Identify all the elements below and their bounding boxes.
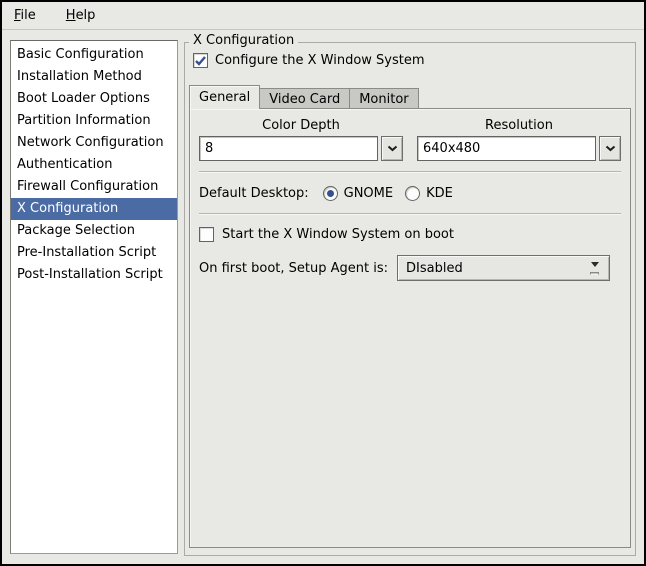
sidebar-item-post-installation-script[interactable]: Post-Installation Script xyxy=(11,264,177,286)
kickstart-configurator-window: File Help Basic Configuration Installati… xyxy=(0,0,646,566)
x-configuration-frame: X Configuration Configure the X Window S… xyxy=(184,42,636,556)
checkbox-unchecked-icon xyxy=(199,227,214,242)
radio-kde[interactable]: KDE xyxy=(405,186,453,201)
menubar: File Help xyxy=(2,2,644,30)
color-depth-label: Color Depth xyxy=(199,118,403,133)
color-depth-combo: 8 xyxy=(199,136,403,161)
start-x-on-boot-label: Start the X Window System on boot xyxy=(222,227,454,242)
setup-agent-label: On first boot, Setup Agent is: xyxy=(199,261,388,276)
setup-agent-row: On first boot, Setup Agent is: DIsabled xyxy=(199,255,621,281)
resolution-label: Resolution xyxy=(417,118,621,133)
menu-file-rest: ile xyxy=(21,8,36,23)
sidebar-item-package-selection[interactable]: Package Selection xyxy=(11,220,177,242)
resolution-combo: 640x480 xyxy=(417,136,621,161)
separator xyxy=(199,171,621,173)
setup-agent-dropdown[interactable]: DIsabled xyxy=(397,255,610,281)
sidebar-item-pre-installation-script[interactable]: Pre-Installation Script xyxy=(11,242,177,264)
setup-agent-value: DIsabled xyxy=(406,261,590,276)
resolution-dropdown-button[interactable] xyxy=(599,136,621,161)
radio-kde-label: KDE xyxy=(426,186,453,201)
radio-selected-icon xyxy=(323,186,338,201)
start-x-on-boot-checkbox[interactable]: Start the X Window System on boot xyxy=(199,225,621,243)
default-desktop-label: Default Desktop: xyxy=(199,186,309,201)
color-depth-group: Color Depth 8 xyxy=(199,118,403,161)
sidebar-item-authentication[interactable]: Authentication xyxy=(11,154,177,176)
radio-unselected-icon xyxy=(405,186,420,201)
default-desktop-row: Default Desktop: GNOME KDE xyxy=(199,183,621,203)
tab-general[interactable]: General xyxy=(189,85,260,109)
sidebar-item-installation-method[interactable]: Installation Method xyxy=(11,66,177,88)
frame-title: X Configuration xyxy=(189,33,298,48)
sidebar-item-basic-configuration[interactable]: Basic Configuration xyxy=(11,44,177,66)
tab-monitor[interactable]: Monitor xyxy=(349,88,418,109)
menu-help-rest: elp xyxy=(76,8,96,23)
resolution-entry[interactable]: 640x480 xyxy=(417,136,596,161)
section-list: Basic Configuration Installation Method … xyxy=(10,40,178,554)
menu-file[interactable]: File xyxy=(6,4,44,27)
notebook-tabs: General Video Card Monitor xyxy=(189,85,419,109)
checkbox-checked-icon xyxy=(193,53,208,68)
chevron-down-icon xyxy=(387,145,398,152)
radio-gnome-label: GNOME xyxy=(344,186,393,201)
sidebar-item-x-configuration[interactable]: X Configuration xyxy=(11,198,177,220)
sidebar-item-firewall-configuration[interactable]: Firewall Configuration xyxy=(11,176,177,198)
configure-x-checkbox[interactable]: Configure the X Window System xyxy=(193,53,425,68)
menu-help[interactable]: Help xyxy=(58,4,104,27)
radio-gnome[interactable]: GNOME xyxy=(323,186,393,201)
option-menu-arrow-icon xyxy=(590,262,599,275)
tab-video-card[interactable]: Video Card xyxy=(259,88,350,109)
color-depth-entry[interactable]: 8 xyxy=(199,136,378,161)
resolution-group: Resolution 640x480 xyxy=(417,118,621,161)
chevron-down-icon xyxy=(605,145,616,152)
combo-row: Color Depth 8 Resolution 640x480 xyxy=(199,118,621,161)
general-tab-panel: Color Depth 8 Resolution 640x480 xyxy=(189,108,631,548)
sidebar-item-partition-information[interactable]: Partition Information xyxy=(11,110,177,132)
configure-x-checkbox-label: Configure the X Window System xyxy=(215,53,425,68)
color-depth-dropdown-button[interactable] xyxy=(381,136,403,161)
sidebar-item-network-configuration[interactable]: Network Configuration xyxy=(11,132,177,154)
sidebar-item-boot-loader-options[interactable]: Boot Loader Options xyxy=(11,88,177,110)
separator xyxy=(199,213,621,215)
menu-help-accel: H xyxy=(66,8,76,23)
